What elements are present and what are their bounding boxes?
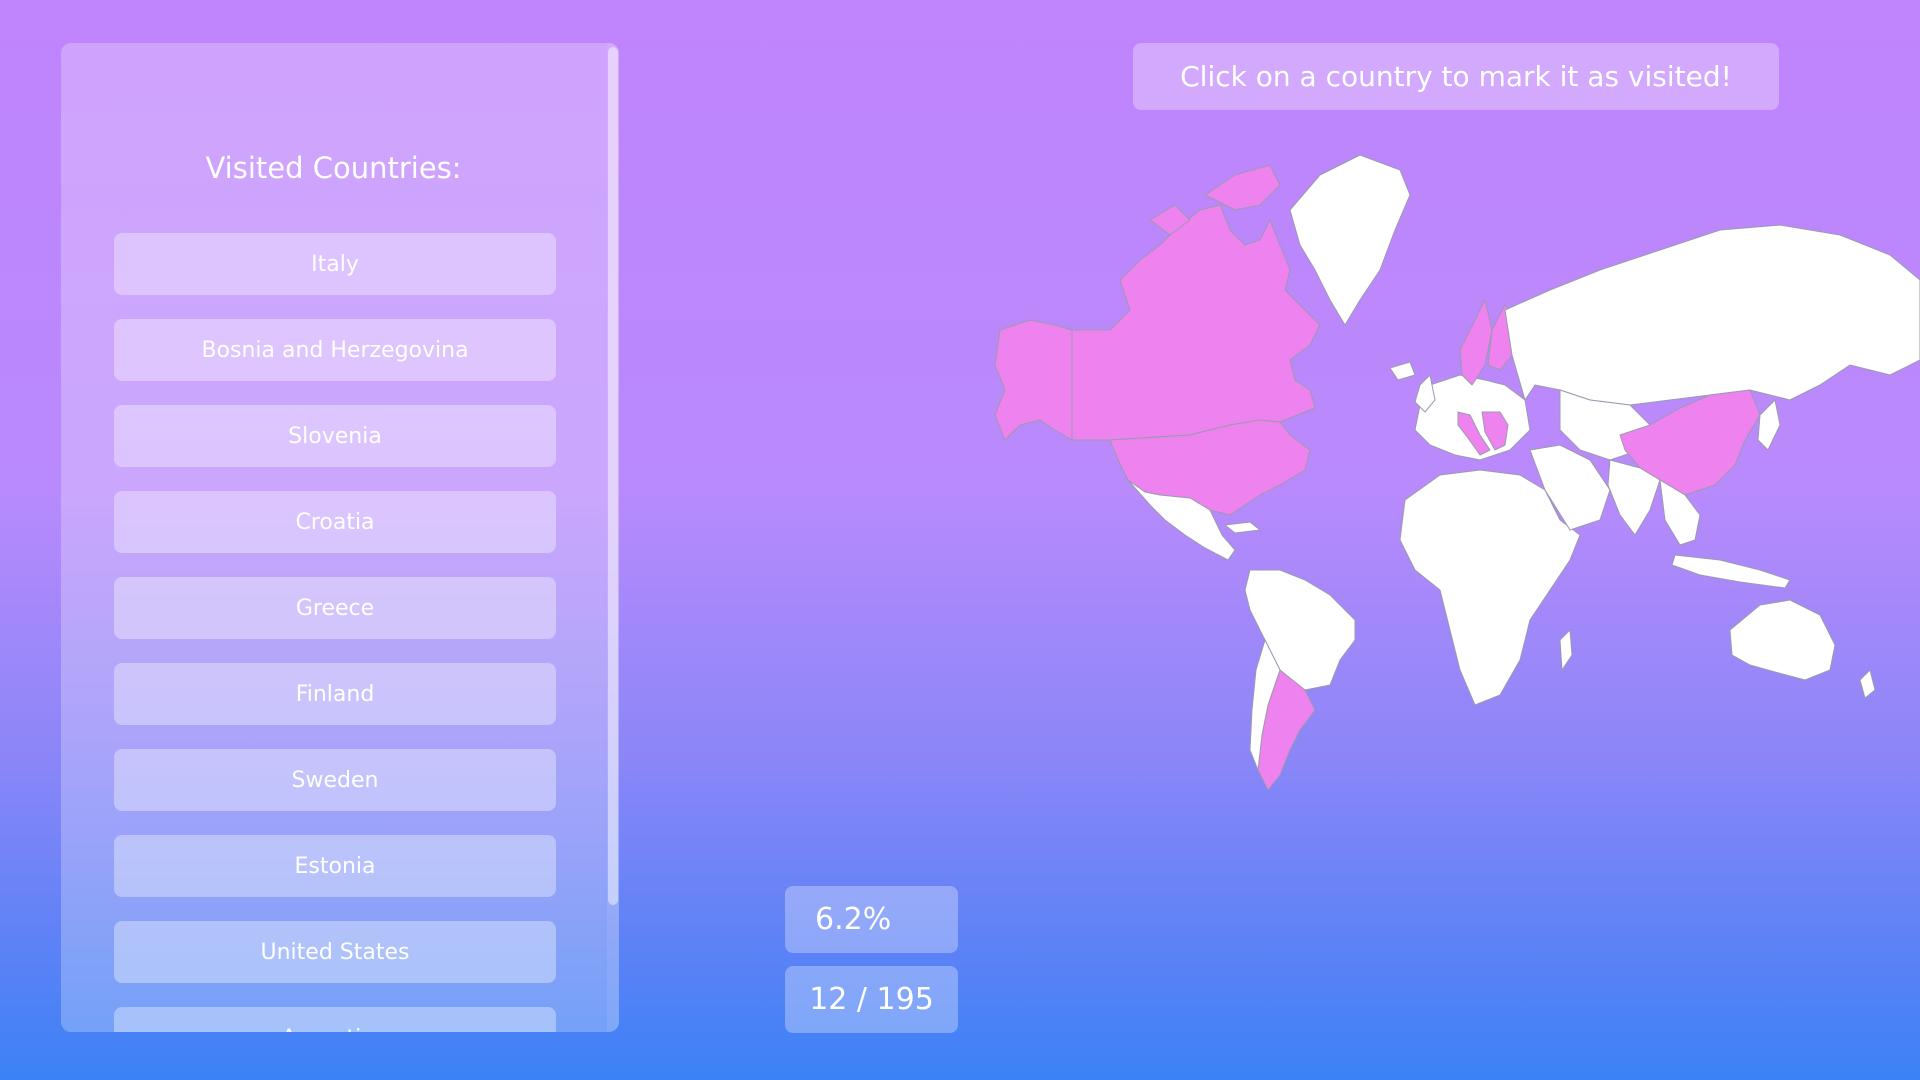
country-cuba[interactable] bbox=[1224, 521, 1261, 534]
country-australia[interactable] bbox=[1729, 599, 1836, 681]
list-item[interactable]: Greece bbox=[114, 577, 556, 639]
list-item[interactable]: Slovenia bbox=[114, 405, 556, 467]
list-item[interactable]: Argentina bbox=[114, 1007, 556, 1032]
country-canada-islands[interactable] bbox=[1204, 164, 1281, 211]
sidebar-scrollbar[interactable] bbox=[607, 43, 619, 1032]
visited-count: 12 / 195 bbox=[785, 966, 958, 1033]
country-africa[interactable] bbox=[1399, 469, 1581, 706]
country-indonesia[interactable] bbox=[1671, 554, 1791, 589]
visited-countries-panel: Visited Countries: Italy Bosnia and Herz… bbox=[61, 43, 619, 1032]
country-canada[interactable] bbox=[1071, 204, 1321, 441]
list-item[interactable]: Bosnia and Herzegovina bbox=[114, 319, 556, 381]
list-item[interactable]: United States bbox=[114, 921, 556, 983]
visited-countries-list: Italy Bosnia and Herzegovina Slovenia Cr… bbox=[114, 233, 556, 1032]
country-iceland[interactable] bbox=[1389, 361, 1416, 381]
country-japan[interactable] bbox=[1757, 399, 1781, 451]
visited-countries-title: Visited Countries: bbox=[205, 151, 462, 185]
list-item[interactable]: Finland bbox=[114, 663, 556, 725]
country-russia[interactable] bbox=[1504, 224, 1920, 406]
instruction-banner: Click on a country to mark it as visited… bbox=[1133, 43, 1779, 110]
country-madagascar[interactable] bbox=[1559, 629, 1573, 671]
list-item[interactable]: Italy bbox=[114, 233, 556, 295]
world-map[interactable] bbox=[960, 150, 1920, 800]
list-item[interactable]: Sweden bbox=[114, 749, 556, 811]
country-greenland[interactable] bbox=[1289, 154, 1411, 326]
list-item[interactable]: Croatia bbox=[114, 491, 556, 553]
country-sweden[interactable] bbox=[1459, 299, 1493, 386]
visited-percent: 6.2% bbox=[785, 886, 958, 953]
country-alaska[interactable] bbox=[994, 319, 1073, 441]
list-item[interactable]: Estonia bbox=[114, 835, 556, 897]
country-new-zealand[interactable] bbox=[1859, 669, 1876, 699]
scrollbar-thumb[interactable] bbox=[608, 47, 618, 905]
